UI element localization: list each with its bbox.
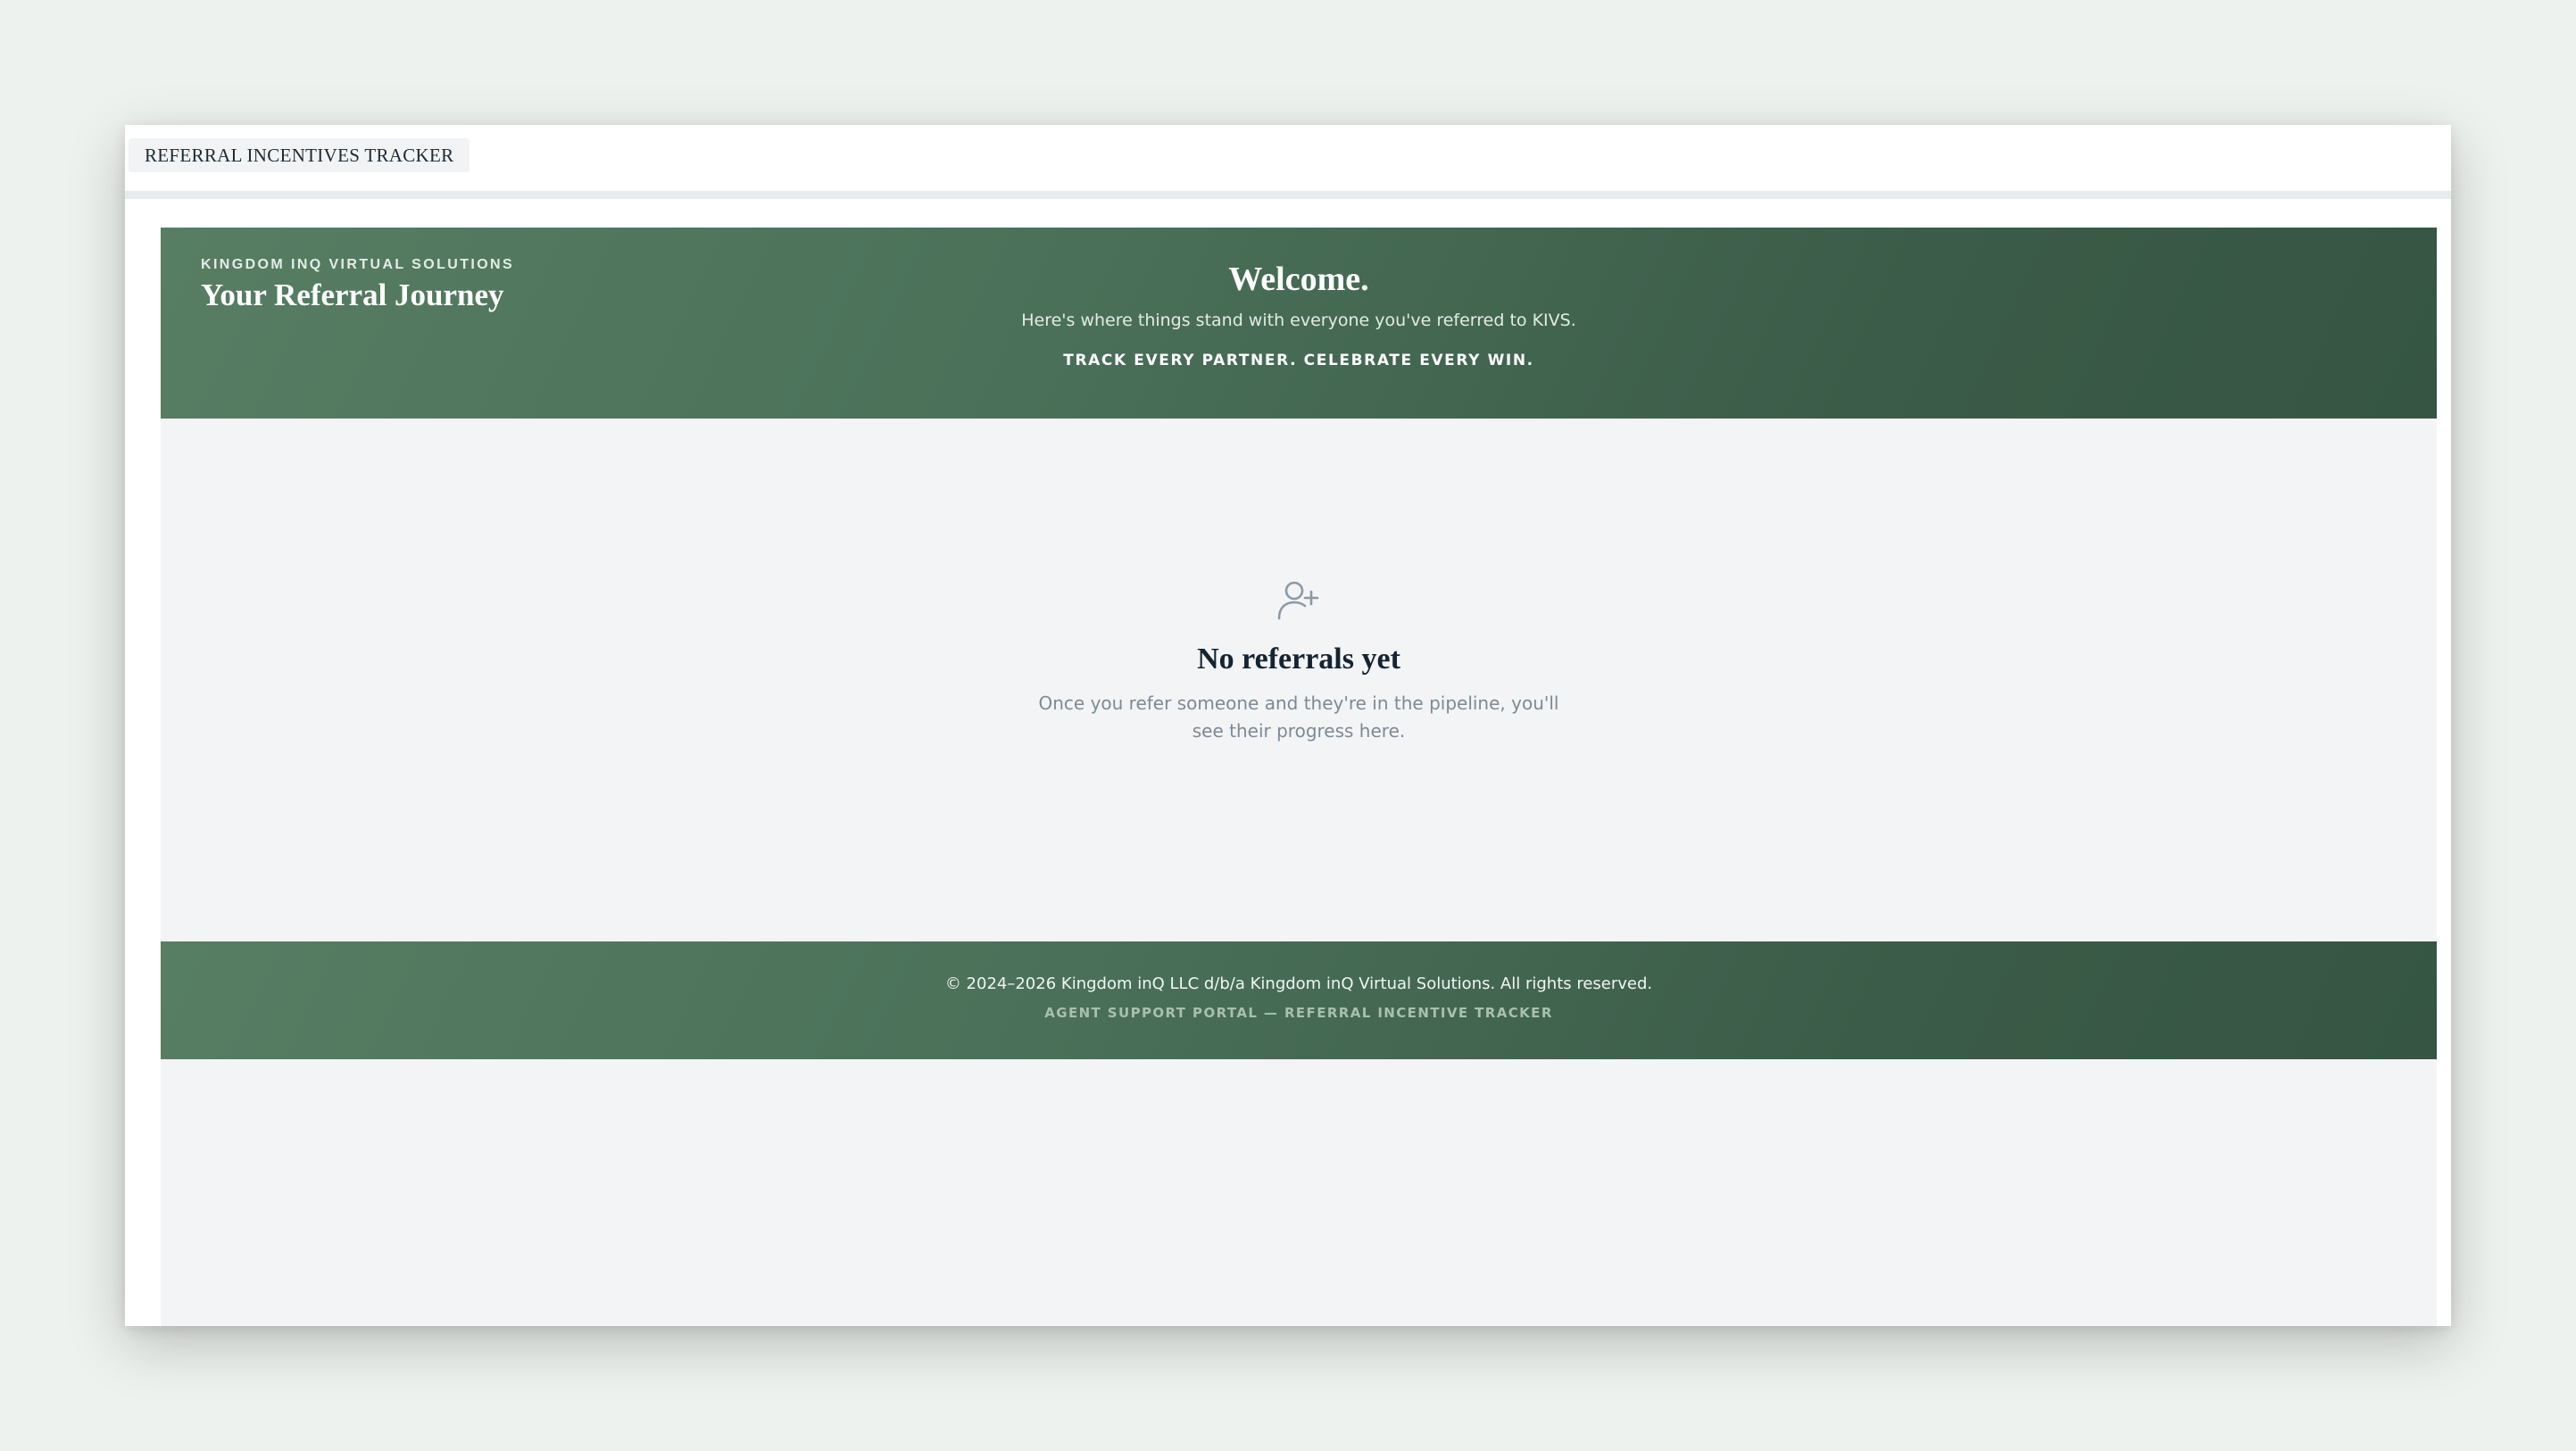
welcome-subtitle: Here's where things stand with everyone … [1021, 311, 1576, 330]
page: KINGDOM INQ VIRTUAL SOLUTIONS Your Refer… [161, 228, 2437, 1326]
tab-referral-incentives-tracker[interactable]: REFERRAL INCENTIVES TRACKER [129, 138, 470, 172]
hero-banner: KINGDOM INQ VIRTUAL SOLUTIONS Your Refer… [161, 228, 2437, 419]
user-plus-icon [1277, 581, 1319, 620]
tab-bar: REFERRAL INCENTIVES TRACKER [125, 125, 2451, 199]
footer-subline: AGENT SUPPORT PORTAL — REFERRAL INCENTIV… [1044, 1005, 1553, 1021]
empty-state-title: No referrals yet [1197, 643, 1400, 676]
empty-state-message: Once you refer someone and they're in th… [1038, 692, 1559, 742]
copyright-text: © 2024–2026 Kingdom inQ LLC d/b/a Kingdo… [944, 974, 1653, 993]
welcome-heading: Welcome. [1228, 261, 1369, 298]
tagline: TRACK EVERY PARTNER. CELEBRATE EVERY WIN… [1063, 352, 1534, 369]
content-frame: KINGDOM INQ VIRTUAL SOLUTIONS Your Refer… [139, 199, 2451, 1326]
app-window: REFERRAL INCENTIVES TRACKER KINGDOM INQ … [125, 125, 2451, 1326]
empty-state: No referrals yet Once you refer someone … [161, 576, 2437, 745]
page-footer: © 2024–2026 Kingdom inQ LLC d/b/a Kingdo… [161, 941, 2437, 1059]
welcome-block: Welcome. Here's where things stand with … [161, 260, 2437, 370]
